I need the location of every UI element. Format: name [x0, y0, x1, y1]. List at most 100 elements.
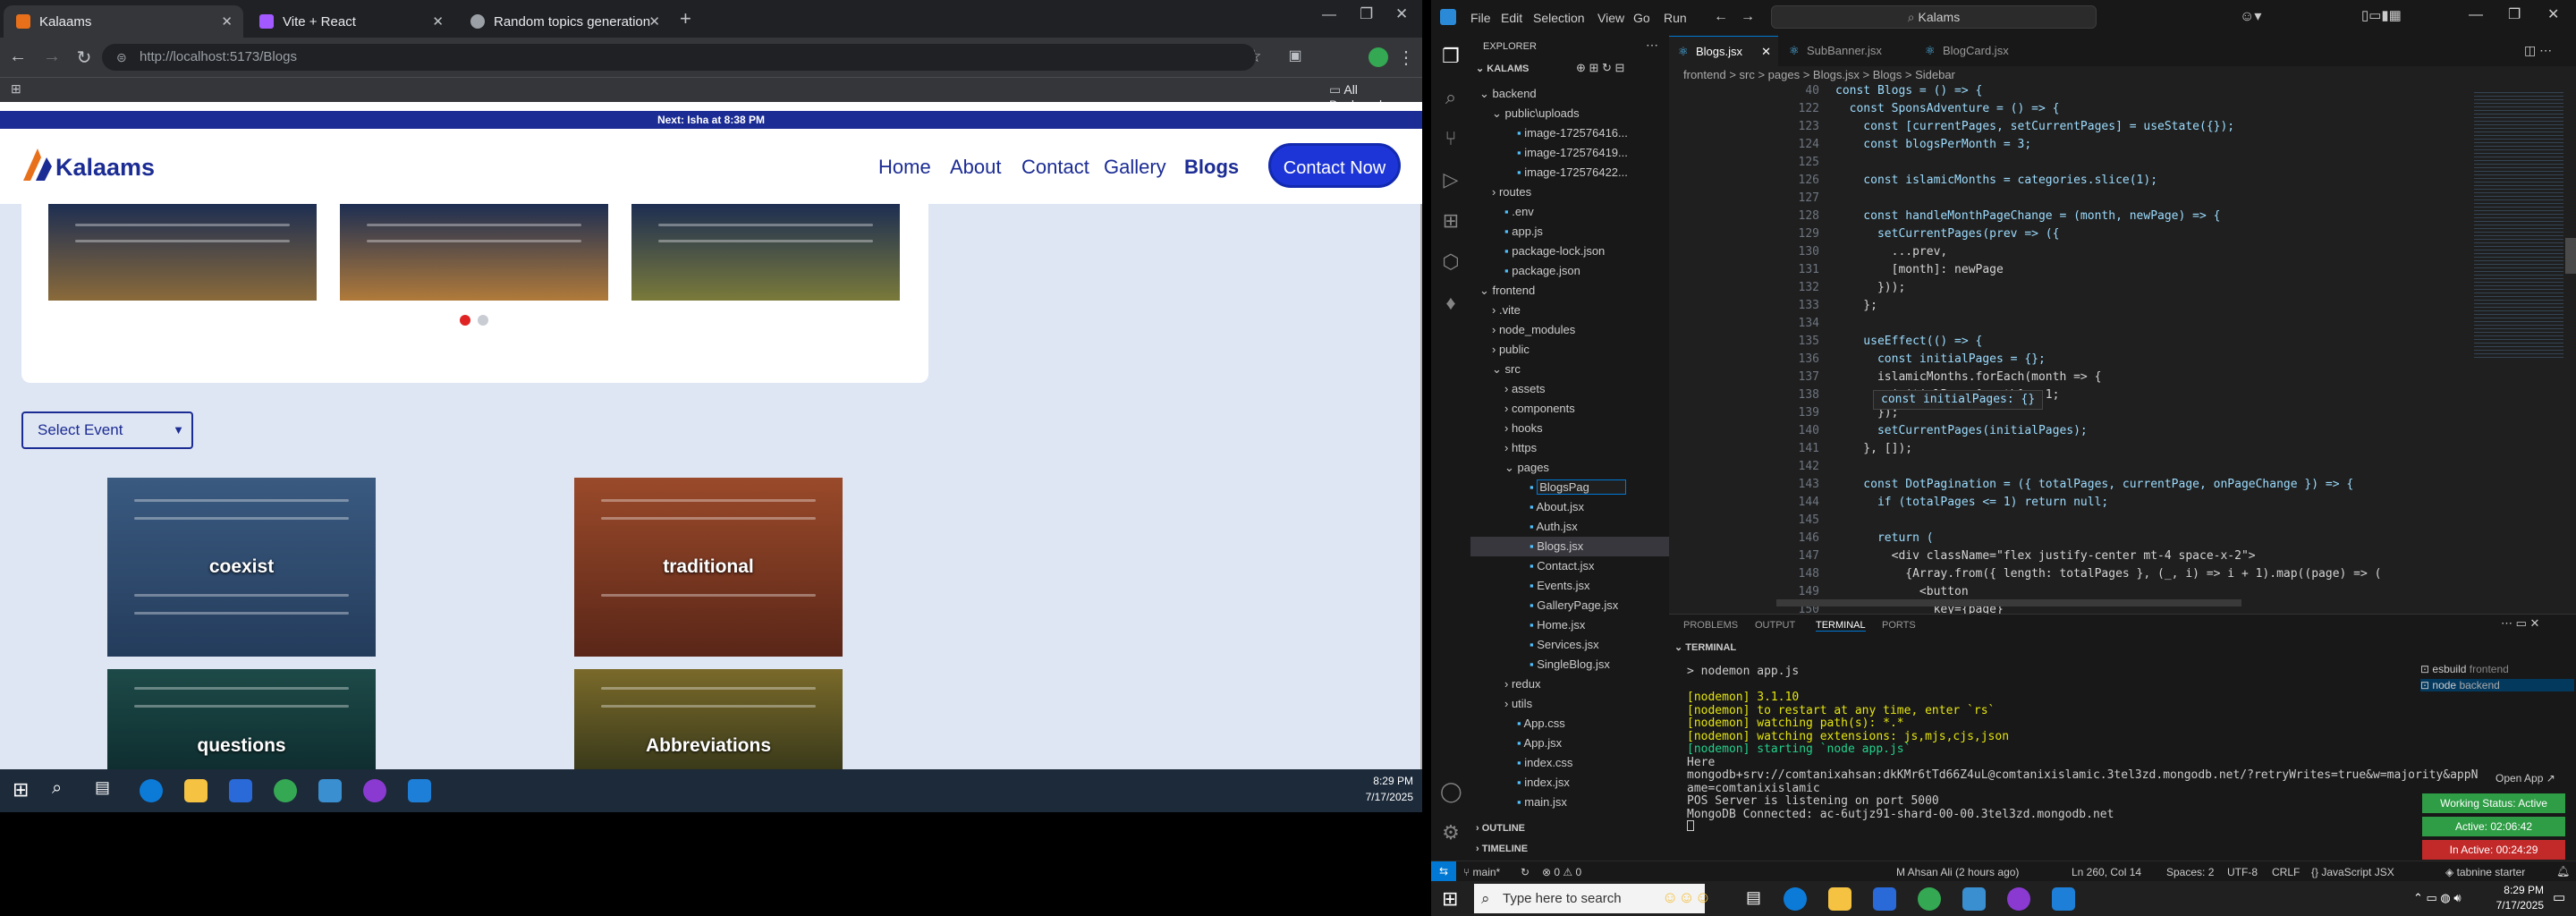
panel-tab-ports[interactable]: PORTS	[1882, 620, 1916, 631]
browser-tab-random-topics[interactable]: Random topics generation ✕	[458, 5, 671, 38]
search-icon[interactable]: ⌕	[52, 778, 62, 799]
app-icon[interactable]	[1962, 887, 1986, 911]
menu-kebab-icon[interactable]: ⋮	[1395, 47, 1417, 69]
app-icon[interactable]	[318, 779, 342, 802]
code-line[interactable]: const SponsAdventure = () => {	[1835, 102, 2060, 115]
terminal-section[interactable]: ⌄ TERMINAL	[1674, 641, 1736, 653]
profile-avatar[interactable]	[1368, 47, 1388, 67]
panel-tab-terminal[interactable]: TERMINAL	[1816, 620, 1866, 632]
tree-item[interactable]: ⌄ backend	[1470, 84, 1669, 104]
code-line[interactable]: <div className="flex justify-center mt-4…	[1835, 549, 2256, 563]
blog-card-questions[interactable]: questions	[107, 669, 376, 769]
tree-item[interactable]: ▪ GalleryPage.jsx	[1470, 596, 1669, 615]
menu-go[interactable]: Go	[1633, 11, 1650, 25]
code-line[interactable]: const [currentPages, setCurrentPages] = …	[1835, 120, 2234, 133]
blog-card-coexist[interactable]: coexist	[107, 478, 376, 657]
breadcrumb[interactable]: frontend > src > pages > Blogs.jsx > Blo…	[1683, 68, 1955, 81]
tabnine-status[interactable]: ◈ tabnine starter	[2445, 866, 2525, 878]
task-view-icon[interactable]: ▤	[95, 778, 110, 797]
tree-item[interactable]: › utils	[1470, 694, 1669, 714]
code-line[interactable]: }));	[1835, 281, 1905, 294]
edge-icon[interactable]	[1784, 887, 1807, 911]
tree-item[interactable]: ▪ BlogsPag	[1470, 478, 1669, 497]
blog-card-traditional[interactable]: traditional	[574, 478, 843, 657]
code-line[interactable]: return (	[1835, 531, 1934, 545]
emoji-widget-icon[interactable]: ☺☺☺	[1662, 888, 1711, 907]
apps-grid-icon[interactable]: ⊞	[11, 81, 21, 97]
tree-item[interactable]: ▪ Services.jsx	[1470, 635, 1669, 655]
site-logo-text[interactable]: Kalaams	[55, 154, 155, 182]
tree-item[interactable]: ▪ Home.jsx	[1470, 615, 1669, 635]
code-line[interactable]: const handleMonthPageChange = (month, ne…	[1835, 209, 2220, 223]
tree-item[interactable]: ⌄ pages	[1470, 458, 1669, 478]
split-editor-icon[interactable]: ◫ ⋯	[2524, 43, 2552, 58]
tree-item[interactable]: › assets	[1470, 379, 1669, 399]
maximize-icon[interactable]: ❐	[2508, 5, 2521, 23]
chrome-icon[interactable]	[1918, 887, 1941, 911]
slider-dot-active[interactable]	[460, 315, 470, 326]
file-explorer-icon[interactable]	[1828, 887, 1852, 911]
editor-scrollbar[interactable]	[2565, 238, 2576, 274]
explorer-icon[interactable]: ❐	[1440, 45, 1462, 67]
project-root[interactable]: ⌄ KALAMS	[1476, 63, 1529, 74]
terminal-session-node[interactable]: ⊡ node backend	[2420, 679, 2574, 691]
edge-icon[interactable]	[140, 779, 163, 802]
tree-item[interactable]: › public	[1470, 340, 1669, 360]
close-tab-icon[interactable]: ✕	[648, 13, 660, 30]
nav-blogs[interactable]: Blogs	[1184, 156, 1239, 179]
cursor-position[interactable]: Ln 260, Col 14	[2072, 866, 2141, 878]
github-desktop-icon[interactable]	[363, 779, 386, 802]
nav-forward-icon[interactable]: →	[1741, 9, 1755, 25]
code-line[interactable]: };	[1835, 299, 1877, 312]
copilot-icon[interactable]: ☺▾	[2240, 7, 2261, 25]
language-mode[interactable]: {} JavaScript JSX	[2311, 866, 2394, 878]
code-line[interactable]: const initialPages = {};	[1835, 352, 2046, 366]
store-icon[interactable]	[1873, 887, 1896, 911]
back-icon[interactable]: ←	[7, 47, 29, 67]
forward-icon[interactable]: →	[41, 47, 63, 67]
code-line[interactable]: const blogsPerMonth = 3;	[1835, 138, 2031, 151]
tree-item[interactable]: ▪ App.jsx	[1470, 734, 1669, 753]
run-debug-icon[interactable]: ▷	[1440, 168, 1462, 191]
extensions-icon[interactable]: ⊞	[1440, 209, 1462, 232]
account-icon[interactable]: ◯	[1440, 780, 1462, 802]
nav-home[interactable]: Home	[878, 156, 931, 179]
tree-item[interactable]: › components	[1470, 399, 1669, 419]
tree-item[interactable]: › node_modules	[1470, 320, 1669, 340]
line-ending[interactable]: CRLF	[2272, 866, 2300, 878]
panel-tab-problems[interactable]: PROBLEMS	[1683, 620, 1738, 631]
mongodb-icon[interactable]: ♦	[1440, 292, 1462, 314]
code-line[interactable]: <button	[1835, 585, 1969, 598]
layout-toggle-icon[interactable]: ▯▭▮▦	[2361, 7, 2402, 23]
new-tab-icon[interactable]: +	[680, 7, 691, 30]
tree-item[interactable]: ▪ SingleBlog.jsx	[1470, 655, 1669, 674]
search-icon[interactable]: ⌕	[1440, 86, 1462, 108]
minimize-icon[interactable]: —	[2469, 7, 2483, 23]
editor-tab-blogcard[interactable]: ⚛ BlogCard.jsx	[1916, 36, 2041, 66]
more-actions-icon[interactable]: ⋯	[1646, 38, 1658, 53]
tree-item[interactable]: › hooks	[1470, 419, 1669, 438]
notification-center-icon[interactable]: ▭	[2553, 889, 2565, 905]
code-line[interactable]: const DotPagination = ({ totalPages, cur…	[1835, 478, 2353, 491]
menu-view[interactable]: View	[1597, 11, 1624, 25]
menu-edit[interactable]: Edit	[1501, 11, 1522, 25]
tree-item[interactable]: ▪ image-172576419...	[1470, 143, 1669, 163]
file-explorer-icon[interactable]	[184, 779, 208, 802]
slider-card[interactable]	[631, 204, 900, 301]
code-line[interactable]: [month]: newPage	[1835, 263, 2004, 276]
tree-item[interactable]: ▪ App.css	[1470, 714, 1669, 734]
minimap[interactable]	[2474, 89, 2563, 358]
tree-item[interactable]: ▪ Auth.jsx	[1470, 517, 1669, 537]
slider-card[interactable]	[48, 204, 317, 301]
extension-icon[interactable]: ▣	[1284, 47, 1306, 64]
nav-gallery[interactable]: Gallery	[1104, 156, 1166, 179]
nav-back-icon[interactable]: ←	[1714, 9, 1728, 25]
problems-count[interactable]: ⊗ 0 ⚠ 0	[1542, 866, 1581, 878]
command-center-search[interactable]: ⌕ Kalams	[1771, 5, 2097, 29]
site-info-icon[interactable]: ⊜	[116, 44, 127, 71]
notifications-bell-icon[interactable]: 🔔︎	[2556, 865, 2570, 878]
windows-start-icon[interactable]: ⊞	[1442, 887, 1458, 911]
editor-tab-blogs[interactable]: ⚛ Blogs.jsx ✕	[1669, 36, 1778, 66]
tree-item[interactable]: ▪ main.jsx	[1470, 793, 1669, 812]
slider-card[interactable]	[340, 204, 608, 301]
